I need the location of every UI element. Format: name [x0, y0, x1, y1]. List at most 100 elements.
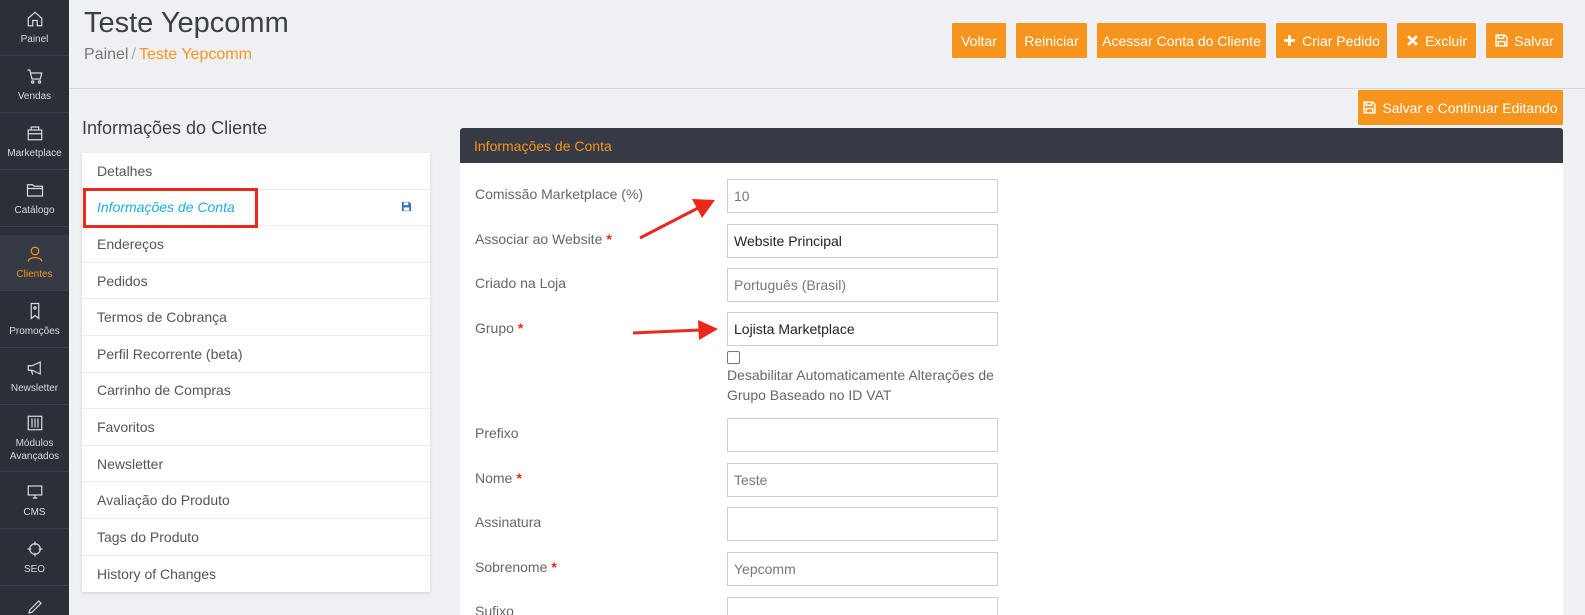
- close-icon: [1407, 35, 1418, 46]
- nav-seo[interactable]: SEO: [0, 530, 69, 586]
- breadcrumb: Painel / Teste Yepcomm: [84, 46, 252, 64]
- suffix-input[interactable]: [727, 597, 998, 615]
- suffix-label: Sufixo: [475, 603, 514, 615]
- tab-avaliacao-do-produto[interactable]: Avaliação do Produto: [82, 482, 430, 519]
- commission-label: Comissão Marketplace (%): [475, 186, 643, 202]
- tab-label: Detalhes: [97, 162, 153, 179]
- first-name-label-text: Nome: [475, 470, 513, 486]
- tab-label: Termos de Cobrança: [97, 309, 227, 326]
- breadcrumb-separator: /: [131, 46, 136, 63]
- tab-label: History of Changes: [97, 565, 217, 582]
- nav-label: SEO: [23, 563, 46, 575]
- nav-catalogo[interactable]: Catálogo: [0, 171, 69, 227]
- sliders-icon: [27, 415, 42, 431]
- nav-promocoes[interactable]: Promoções: [0, 292, 69, 348]
- back-button[interactable]: Voltar: [952, 23, 1006, 58]
- reset-button[interactable]: Reiniciar: [1016, 23, 1087, 58]
- nav-vendas[interactable]: Vendas: [0, 57, 69, 113]
- store-label: Criado na Loja: [475, 275, 566, 291]
- disable-vat-group-checkbox[interactable]: [727, 351, 740, 364]
- middle-name-label-text: Assinatura: [475, 514, 542, 530]
- tab-tags-do-produto[interactable]: Tags do Produto: [82, 519, 430, 556]
- nav-label: CMS: [23, 506, 46, 518]
- floppy-disk-icon: [1495, 34, 1508, 47]
- tag-icon: [30, 302, 39, 320]
- tab-label: Pedidos: [97, 272, 148, 289]
- sidebar: Painel Vendas Marketplace Catálogo Clien…: [0, 0, 69, 615]
- floppy-disk-icon: [1363, 101, 1377, 114]
- middle-name-label: Assinatura: [475, 514, 541, 530]
- nav-label: Vendas: [17, 90, 52, 102]
- last-name-input[interactable]: [727, 552, 998, 586]
- monitor-icon: [27, 484, 42, 499]
- required-mark: *: [606, 231, 612, 247]
- website-select-value: Website Principal: [734, 233, 842, 249]
- nav-newsletter[interactable]: Newsletter: [0, 349, 69, 405]
- tab-label: Endereços: [97, 235, 164, 252]
- required-mark: *: [517, 320, 524, 336]
- nav-marketplace[interactable]: Marketplace: [0, 114, 69, 170]
- tab-history-of-changes[interactable]: History of Changes: [82, 556, 430, 593]
- home-icon: [27, 10, 42, 26]
- reset-button-label: Reiniciar: [1024, 32, 1079, 49]
- page-title: Teste Yepcomm: [84, 7, 289, 39]
- nav-label: Catálogo: [14, 204, 55, 216]
- website-select[interactable]: Website Principal: [727, 224, 998, 258]
- commission-input[interactable]: [727, 179, 998, 213]
- group-label: Grupo *: [475, 320, 523, 336]
- breadcrumb-root[interactable]: Painel: [84, 46, 128, 63]
- middle-name-input[interactable]: [727, 507, 998, 541]
- tab-favoritos[interactable]: Favoritos: [82, 409, 430, 446]
- annotation-highlight-box: [83, 188, 258, 228]
- user-icon: [27, 246, 42, 262]
- tab-termos-de-cobranca[interactable]: Termos de Cobrança: [82, 299, 430, 336]
- nav-label: Painel: [20, 33, 49, 45]
- nav-clientes[interactable]: Clientes: [0, 235, 69, 291]
- prefix-label: Prefixo: [475, 425, 519, 441]
- section-title: Informações do Cliente: [82, 118, 268, 138]
- tab-detalhes[interactable]: Detalhes: [82, 153, 430, 190]
- nav-label: Clientes: [16, 268, 53, 280]
- nav-modulos[interactable]: Módulos Avançados: [0, 406, 69, 472]
- last-name-label: Sobrenome *: [475, 559, 557, 575]
- nav-label: Promoções: [9, 325, 60, 337]
- create-order-button[interactable]: Criar Pedido: [1276, 23, 1387, 58]
- tab-enderecos[interactable]: Endereços: [82, 226, 430, 263]
- tab-label: Tags do Produto: [97, 528, 199, 545]
- tab-perfil-recorrente[interactable]: Perfil Recorrente (beta): [82, 336, 430, 373]
- store-input[interactable]: Português (Brasil): [727, 268, 998, 302]
- prefix-input[interactable]: [727, 418, 998, 452]
- first-name-input[interactable]: [727, 463, 998, 497]
- panel-header: Informações de Conta: [460, 128, 1563, 163]
- group-label-text: Grupo: [475, 320, 514, 336]
- nav-cms[interactable]: CMS: [0, 473, 69, 529]
- tab-label: Carrinho de Compras: [97, 382, 231, 399]
- delete-label: Excluir: [1424, 32, 1467, 49]
- access-customer-account-button[interactable]: Acessar Conta do Cliente: [1097, 23, 1266, 58]
- tab-newsletter[interactable]: Newsletter: [82, 446, 430, 483]
- nav-label: Newsletter: [10, 382, 59, 394]
- nav-more[interactable]: [0, 592, 69, 615]
- nav-painel[interactable]: Painel: [0, 0, 69, 56]
- crosshair-icon: [27, 541, 42, 556]
- commission-label-text: Comissão Marketplace (%): [475, 186, 644, 202]
- tab-label: Favoritos: [97, 418, 155, 435]
- website-label-text: Associar ao Website: [475, 231, 603, 247]
- breadcrumb-current: Teste Yepcomm: [138, 46, 252, 63]
- store-icon: [27, 125, 42, 140]
- floppy-disk-icon: [401, 201, 412, 211]
- group-select[interactable]: Lojista Marketplace: [727, 312, 998, 346]
- required-mark: *: [516, 470, 522, 486]
- last-name-label-text: Sobrenome: [475, 559, 548, 575]
- tab-pedidos[interactable]: Pedidos: [82, 263, 430, 300]
- disable-vat-group-label: Desabilitar Automaticamente Alterações d…: [727, 367, 994, 403]
- group-select-value: Lojista Marketplace: [734, 321, 855, 337]
- suffix-label-text: Sufixo: [475, 603, 514, 615]
- tab-carrinho-de-compras[interactable]: Carrinho de Compras: [82, 373, 430, 410]
- store-label-text: Criado na Loja: [475, 275, 567, 291]
- website-label: Associar ao Website *: [475, 231, 612, 247]
- save-and-continue-button[interactable]: Salvar e Continuar Editando: [1358, 90, 1563, 125]
- delete-button[interactable]: Excluir: [1397, 23, 1476, 58]
- save-button[interactable]: Salvar: [1486, 23, 1563, 58]
- create-order-label: Criar Pedido: [1302, 32, 1380, 49]
